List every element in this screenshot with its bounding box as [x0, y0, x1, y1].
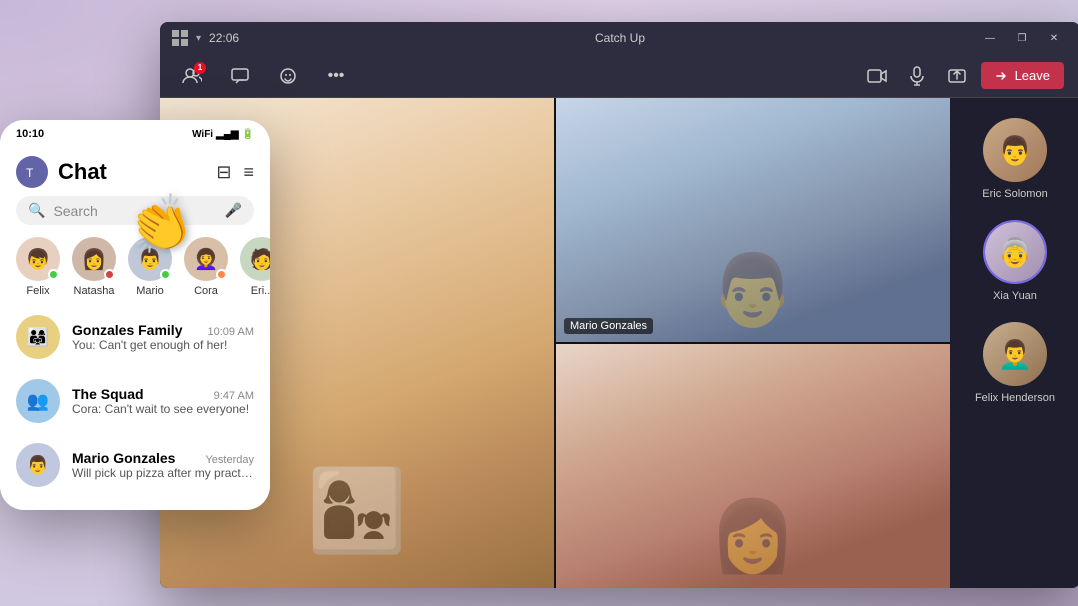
mic-button[interactable] [901, 60, 933, 92]
video-name-mario: Mario Gonzales [564, 318, 653, 334]
participants-badge: 1 [194, 62, 206, 74]
chat-item-mario[interactable]: 👨 Mario Gonzales Yesterday Will pick up … [0, 433, 270, 497]
chat-item-squad[interactable]: 👥 The Squad 9:47 AM Cora: Can't wait to … [0, 369, 270, 433]
signal-icon: ▂▄▆ [216, 129, 238, 140]
chat-item-content: The Squad 9:47 AM Cora: Can't wait to se… [72, 386, 254, 416]
participants-button[interactable]: 1 [176, 60, 208, 92]
participant-felix[interactable]: 👨‍🦱 Felix Henderson [975, 322, 1055, 404]
participant-eric[interactable]: 👨 Eric Solomon [982, 118, 1047, 200]
mic-icon[interactable]: 🎤 [225, 202, 242, 219]
leave-button[interactable]: Leave [981, 62, 1064, 89]
chat-name: The Squad [72, 386, 144, 402]
title-bar-time: 22:06 [209, 31, 239, 45]
chat-item-content: Mario Gonzales Yesterday Will pick up pi… [72, 450, 254, 480]
chat-header-actions[interactable]: ⊟ ≡ [216, 162, 254, 183]
participant-avatar-xia: 👵 [983, 220, 1047, 284]
chat-preview: You: Can't get enough of her! [72, 338, 254, 352]
wifi-icon: WiFi [192, 129, 213, 140]
participant-avatar-felix: 👨‍🦱 [983, 322, 1047, 386]
title-bar-left: ▾ 22:06 [172, 30, 239, 46]
contact-felix[interactable]: 👦 Felix [16, 237, 60, 297]
chat-name: Mario Gonzales [72, 450, 175, 466]
grid-icon[interactable] [172, 30, 188, 46]
search-icon: 🔍 [28, 202, 45, 219]
participant-name-eric: Eric Solomon [982, 188, 1047, 200]
participant-name-xia: Xia Yuan [993, 290, 1037, 302]
contact-name-mario: Mario [136, 285, 164, 297]
chat-time: 9:47 AM [214, 390, 254, 402]
restore-button[interactable]: ❐ [1008, 28, 1036, 48]
reactions-button[interactable] [272, 60, 304, 92]
window-controls: — ❐ ✕ [976, 28, 1068, 48]
chat-name: Gonzales Family [72, 322, 182, 338]
chat-header: T Chat ⊟ ≡ [0, 148, 270, 196]
mobile-status-icons: WiFi ▂▄▆ 🔋 [192, 129, 254, 140]
contact-eri[interactable]: 🧑 Eri... [240, 237, 270, 297]
contact-natasha[interactable]: 👩 Natasha [72, 237, 116, 297]
video-cell-woman [556, 344, 950, 588]
contact-name-cora: Cora [194, 285, 218, 297]
camera-button[interactable] [861, 60, 893, 92]
mobile-chat-panel: 10:10 WiFi ▂▄▆ 🔋 T Chat ⊟ ≡ 🔍 Search 🎤 [0, 120, 270, 510]
title-bar: ▾ 22:06 Catch Up — ❐ ✕ [160, 22, 1078, 54]
participant-xia[interactable]: 👵 Xia Yuan [983, 220, 1047, 302]
svg-text:T: T [26, 166, 34, 180]
participants-sidebar: 👨 Eric Solomon 👵 Xia Yuan 👨‍🦱 Felix Hend… [950, 98, 1078, 588]
chat-app-icon: T [16, 156, 48, 188]
dropdown-arrow[interactable]: ▾ [196, 33, 201, 44]
teams-window: ▾ 22:06 Catch Up — ❐ ✕ 1 [160, 22, 1078, 588]
chat-title: Chat [58, 159, 107, 185]
share-button[interactable] [941, 60, 973, 92]
minimize-button[interactable]: — [976, 28, 1004, 48]
more-button[interactable]: ••• [320, 60, 352, 92]
chat-preview: Cora: Can't wait to see everyone! [72, 402, 254, 416]
contact-name-natasha: Natasha [74, 285, 115, 297]
chat-button[interactable] [224, 60, 256, 92]
window-title: Catch Up [595, 31, 645, 45]
contact-name-felix: Felix [26, 285, 49, 297]
main-content: Mario Gonzales 👨 Eric Solomon 👵 Xia [160, 98, 1078, 588]
participant-avatar-eric: 👨 [983, 118, 1047, 182]
battery-icon: 🔋 [242, 129, 254, 140]
chat-list: 👨‍👩‍👧 Gonzales Family 10:09 AM You: Can'… [0, 305, 270, 497]
chat-preview: Will pick up pizza after my practice. [72, 466, 254, 480]
chat-time: Yesterday [205, 454, 254, 466]
video-cell-man: Mario Gonzales [556, 98, 950, 342]
filter-icon[interactable]: ≡ [243, 162, 254, 183]
toolbar-left: 1 ••• [176, 60, 352, 92]
toolbar-right: Leave [861, 60, 1064, 92]
edit-icon[interactable]: ⊟ [216, 162, 231, 183]
call-toolbar: 1 ••• [160, 54, 1078, 98]
chat-item-gonzales-family[interactable]: 👨‍👩‍👧 Gonzales Family 10:09 AM You: Can'… [0, 305, 270, 369]
video-grid: Mario Gonzales [160, 98, 950, 588]
mobile-status-bar: 10:10 WiFi ▂▄▆ 🔋 [0, 120, 270, 148]
close-button[interactable]: ✕ [1040, 28, 1068, 48]
contact-name-eri: Eri... [251, 285, 270, 297]
mobile-time: 10:10 [16, 128, 44, 140]
participant-name-felix: Felix Henderson [975, 392, 1055, 404]
chat-time: 10:09 AM [208, 326, 254, 338]
chat-item-content: Gonzales Family 10:09 AM You: Can't get … [72, 322, 254, 352]
